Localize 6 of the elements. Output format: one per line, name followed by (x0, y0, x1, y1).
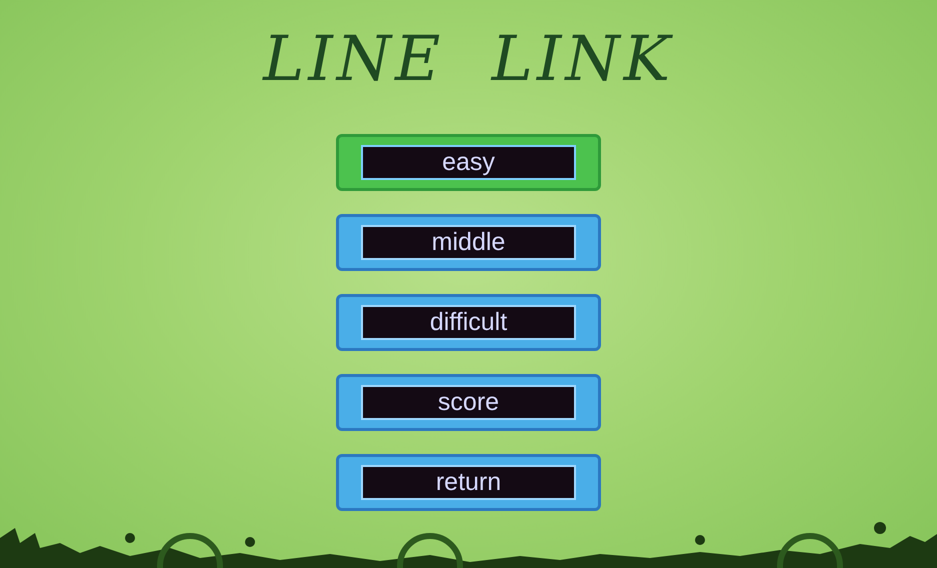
menu-button[interactable]: middle (336, 214, 601, 272)
menu-button[interactable]: score (336, 374, 601, 432)
menu-button[interactable]: difficult (336, 294, 601, 352)
game-title: LINE LINK (263, 22, 674, 96)
menu-button[interactable]: return (336, 454, 601, 512)
menu-button[interactable]: easy (336, 134, 601, 192)
